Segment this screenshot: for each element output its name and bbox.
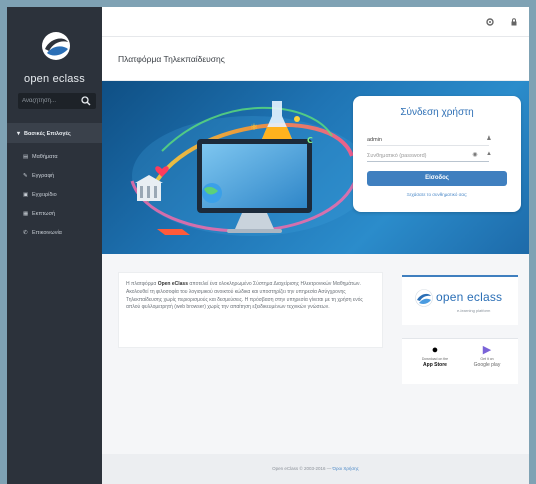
sidebar: open eclass	[7, 7, 102, 484]
sidebar-item-label: Μαθήματα	[32, 154, 58, 160]
lock-icon[interactable]	[509, 17, 519, 27]
platform-description: Η πλατφόρμα Open eClass αποτελεί ένα ολο…	[126, 281, 376, 312]
title-bar: Πλατφόρμα Τηλεκπαίδευσης	[102, 37, 529, 81]
brand-name: open eclass	[436, 290, 503, 304]
nav-heading[interactable]: ▾ Βασικές Επιλογές	[7, 123, 102, 143]
manual-icon: ▣	[23, 192, 29, 198]
sidebar-nav: ▤ Μαθήματα ✎ Εγγραφή ▣ Εγχειρίδιο ▦ Εκπτωσή …	[7, 148, 102, 243]
google-play-badge[interactable]: ▶ Get it on Google play	[464, 343, 510, 379]
chevron-down-icon: ▾	[17, 131, 21, 137]
sidebar-item-register[interactable]: ✎ Εγγραφή	[7, 167, 102, 186]
sidebar-item-label: Εκπτωσή	[32, 211, 56, 217]
page-title: Πλατφόρμα Τηλεκπαίδευσης	[118, 54, 225, 64]
footer-text: Open eClass © 2003-2016 — Όροι Χρήσης	[102, 466, 529, 471]
calendar-icon: ▦	[23, 211, 29, 217]
search-input[interactable]	[22, 95, 80, 107]
copyright-text: Open eClass © 2003-2016 —	[272, 466, 333, 471]
phone-icon: ✆	[23, 230, 28, 236]
sidebar-search	[18, 93, 96, 109]
brand-panel: open eclass e-learning platform	[402, 275, 518, 325]
terms-link[interactable]: Όροι Χρήσης	[333, 466, 359, 471]
edit-icon: ✎	[23, 173, 28, 179]
google-play-icon: ▶	[482, 344, 492, 356]
nav-heading-label: Βασικές Επιλογές	[24, 131, 71, 137]
sidebar-item-label: Εγγραφή	[32, 173, 55, 179]
google-store-name: Google play	[473, 362, 501, 368]
letter-c-icon: C	[307, 136, 313, 145]
atom-icon: ⚛	[250, 123, 258, 133]
login-title: Σύνδεση χρήστη	[400, 107, 474, 118]
app-store-panel: ● Download on the App Store ▶ Get it on …	[402, 338, 518, 384]
sidebar-item-label: Εγχειρίδιο	[32, 192, 57, 198]
app-store-badge[interactable]: ● Download on the App Store	[412, 343, 458, 379]
eclass-logo-icon	[42, 32, 70, 60]
logo-text: open eclass	[24, 73, 85, 85]
description-prefix: Η πλατφόρμα	[126, 281, 158, 287]
user-icon: ♟	[486, 136, 492, 142]
book-icon: ▤	[23, 154, 29, 160]
apple-store-name: App Store	[423, 362, 447, 368]
sidebar-item-label: Επικοινωνία	[32, 230, 62, 236]
settings-icon[interactable]	[485, 17, 495, 27]
footer: Open eClass © 2003-2016 — Όροι Χρήσης	[102, 454, 529, 484]
login-button[interactable]: Είσοδος	[367, 171, 507, 186]
sidebar-item-manual[interactable]: ▣ Εγχειρίδιο	[7, 186, 102, 205]
search-icon[interactable]	[81, 96, 91, 106]
description-panel: Η πλατφόρμα Open eClass αποτελεί ένα ολο…	[118, 272, 383, 348]
sidebar-item-info[interactable]: ▦ Εκπτωσή	[7, 205, 102, 224]
login-card: Σύνδεση χρήστη ♟ ◉ ▲ Είσοδος Ξεχάσατε το…	[353, 96, 521, 212]
eclass-logo-icon	[415, 289, 433, 307]
eye-icon[interactable]: ◉	[471, 151, 479, 158]
username-field[interactable]	[367, 134, 489, 146]
description-brand: Open eClass	[157, 281, 188, 287]
top-bar	[102, 7, 529, 37]
lock-icon: ▲	[486, 151, 492, 157]
logo[interactable]: open eclass	[7, 21, 102, 91]
sidebar-item-contact[interactable]: ✆ Επικοινωνία	[7, 224, 102, 243]
apple-icon: ●	[431, 344, 439, 356]
sidebar-item-courses[interactable]: ▤ Μαθήματα	[7, 148, 102, 167]
forgot-password-link[interactable]: Ξεχάσατε το συνθηματικό σας;	[353, 192, 521, 197]
brand-tagline: e-learning platform	[457, 308, 491, 313]
